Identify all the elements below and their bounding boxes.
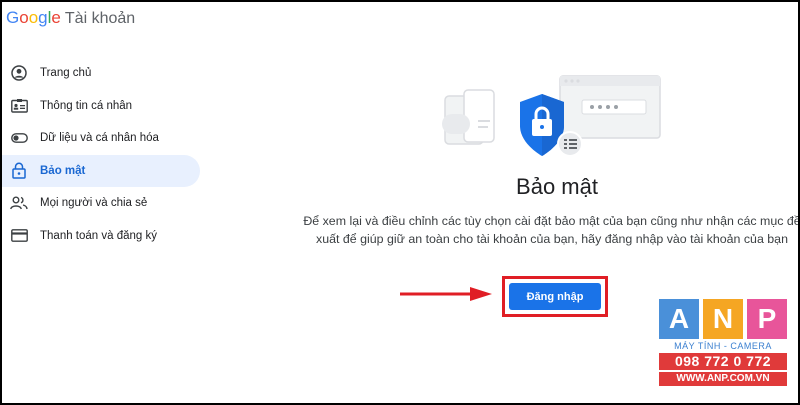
signin-button[interactable]: Đăng nhập [509, 283, 601, 310]
security-illustration [442, 75, 661, 157]
sidebar-item-label: Trang chủ [40, 67, 92, 79]
sidebar-item-security[interactable]: Bảo mật [2, 154, 200, 187]
page-frame: Google Tài khoản Trang chủ Thông tin cá … [2, 2, 798, 403]
people-icon [10, 194, 28, 212]
sidebar-item-data-personalization[interactable]: Dữ liệu và cá nhân hóa [2, 122, 200, 154]
account-circle-icon [10, 64, 28, 82]
anp-watermark: A N P MÁY TÍNH - CAMERA 098 772 0 772 WW… [659, 299, 787, 386]
toggle-icon [10, 129, 28, 147]
anp-letter-n: N [703, 299, 743, 339]
sidebar-item-payments[interactable]: Thanh toán và đăng ký [2, 220, 200, 252]
anp-phone: 098 772 0 772 [659, 353, 787, 370]
id-card-icon [10, 97, 28, 115]
anp-letter-p: P [747, 299, 787, 339]
signin-highlight: Đăng nhập [502, 276, 608, 317]
product-name: Tài khoản [64, 10, 136, 27]
sidebar-item-personal-info[interactable]: Thông tin cá nhân [2, 90, 200, 122]
lock-icon [10, 162, 28, 180]
arrow-right-icon [400, 287, 492, 301]
sidebar-item-label: Thông tin cá nhân [40, 99, 133, 112]
security-description: Để xem lại và điều chỉnh các tùy chọn cà… [303, 214, 798, 246]
google-logo[interactable]: Google [6, 8, 61, 28]
sidebar-item-label: Bảo mật [40, 164, 86, 177]
sidebar-item-people-sharing[interactable]: Mọi người và chia sẻ [2, 187, 200, 219]
credit-card-icon [10, 227, 28, 245]
sidebar-item-home[interactable]: Trang chủ [2, 57, 200, 89]
sidebar-item-label: Dữ liệu và cá nhân hóa [40, 132, 159, 144]
page-title: Bảo mật [516, 174, 598, 199]
app-header: Google Tài khoản [6, 8, 135, 34]
anp-logo: A N P [659, 299, 787, 339]
anp-website: WWW.ANP.COM.VN [659, 372, 787, 386]
sidebar-item-label: Thanh toán và đăng ký [40, 229, 157, 242]
anp-letter-a: A [659, 299, 699, 339]
anp-caption: MÁY TÍNH - CAMERA [674, 341, 772, 351]
sidebar-item-label: Mọi người và chia sẻ [40, 197, 148, 209]
sidebar-nav: Trang chủ Thông tin cá nhân Dữ liệu và c… [2, 57, 200, 252]
